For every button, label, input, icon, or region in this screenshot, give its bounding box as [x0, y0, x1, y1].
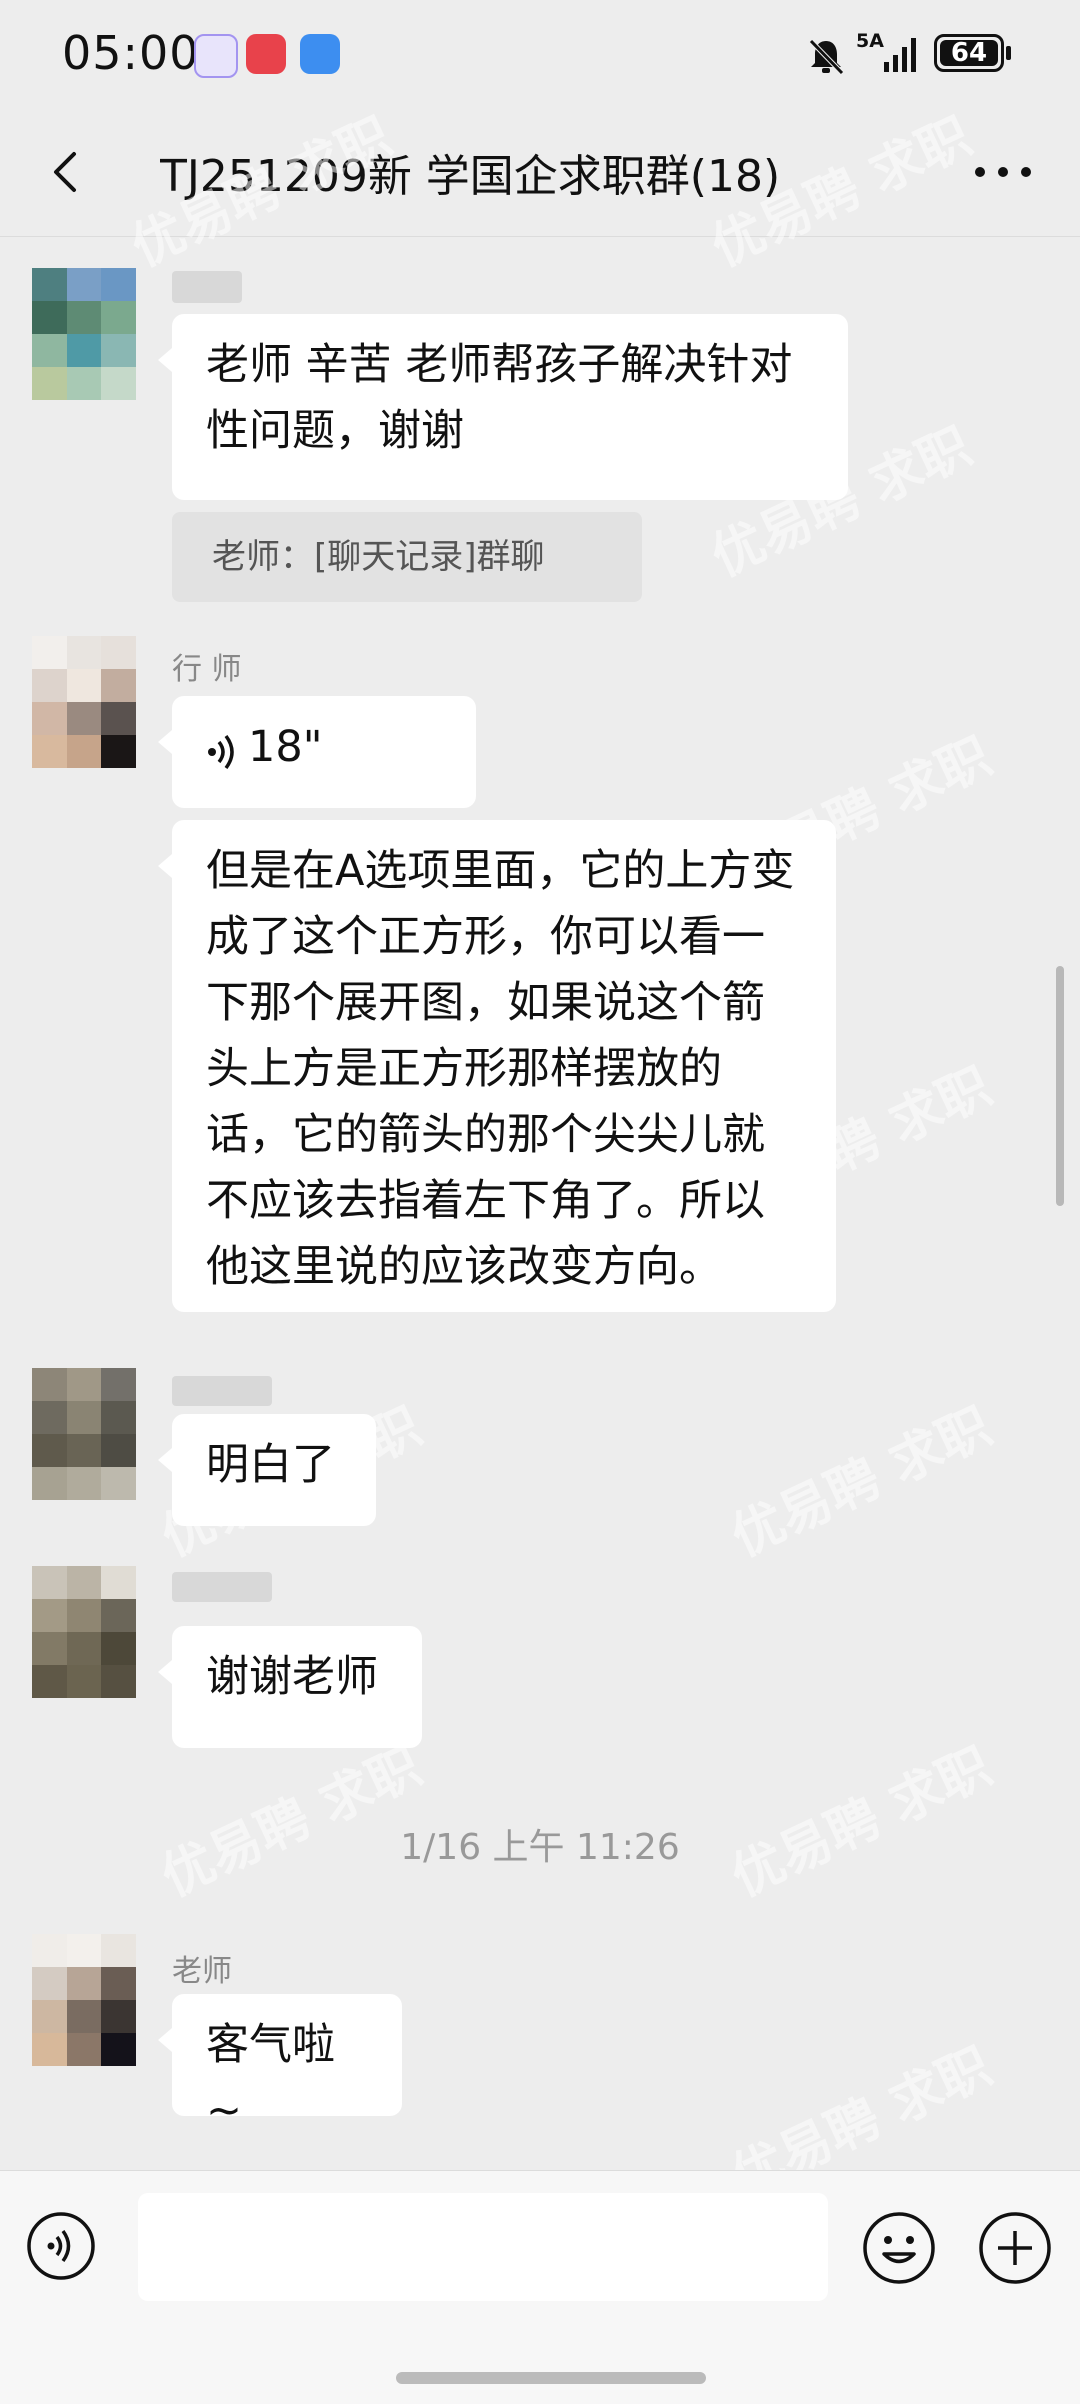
message-bubble[interactable]: 客气啦~	[158, 1994, 402, 2136]
message-bubble[interactable]: 老师 辛苦 老师帮孩子解决针对性问题，谢谢	[158, 314, 848, 500]
app-gallery-icon	[246, 34, 286, 74]
voice-duration: 18"	[248, 722, 323, 772]
avatar[interactable]	[32, 1566, 136, 1698]
avatar[interactable]	[32, 1934, 136, 2066]
sender-name: 老师	[172, 1954, 232, 1989]
more-dots-icon[interactable]	[968, 144, 1038, 200]
quoted-message[interactable]: 老师：[聊天记录]群聊	[172, 512, 642, 602]
battery-icon: 64	[934, 34, 1004, 72]
input-bar	[0, 2170, 1080, 2404]
weather-app-icon	[300, 34, 340, 74]
message-input[interactable]	[138, 2193, 828, 2301]
message-bubble[interactable]: 明白了	[158, 1414, 376, 1526]
chat-timestamp: 1/16 上午 11:26	[400, 1827, 680, 1868]
status-bar: 05:00 5A 64	[0, 0, 1080, 110]
back-arrow-icon[interactable]	[40, 144, 96, 200]
plus-icon[interactable]	[978, 2211, 1052, 2285]
signal-icon	[884, 38, 916, 72]
watermark: 优易聘 求职	[722, 1396, 1001, 1569]
sender-name	[172, 1372, 272, 1407]
voice-message-bubble[interactable]: 18"	[158, 696, 476, 808]
avatar[interactable]	[32, 268, 136, 400]
message-bubble[interactable]: 谢谢老师	[158, 1626, 422, 1748]
avatar[interactable]	[32, 636, 136, 768]
sender-name	[172, 268, 242, 303]
voice-wave-icon	[208, 734, 234, 770]
emoji-icon[interactable]	[862, 2211, 936, 2285]
message-bubble[interactable]: 但是在A选项里面，它的上方变成了这个正方形，你可以看一下那个展开图，如果说这个箭…	[158, 820, 836, 1312]
scrollbar[interactable]	[1056, 966, 1064, 1206]
status-time: 05:00	[62, 26, 200, 80]
home-indicator[interactable]	[396, 2372, 706, 2384]
tieba-app-icon	[194, 34, 238, 78]
chat-header: TJ251209新 学国企求职群(18)	[0, 110, 1080, 237]
battery-level: 64	[940, 40, 998, 66]
voice-input-icon[interactable]	[26, 2211, 96, 2281]
chat-title: TJ251209新 学国企求职群(18)	[160, 151, 781, 202]
sender-name	[172, 1568, 272, 1603]
bell-mute-icon	[809, 39, 844, 75]
network-label: 5A	[856, 30, 884, 52]
battery-tip	[1006, 46, 1011, 60]
avatar[interactable]	[32, 1368, 136, 1500]
sender-name: 行 师	[172, 652, 242, 687]
